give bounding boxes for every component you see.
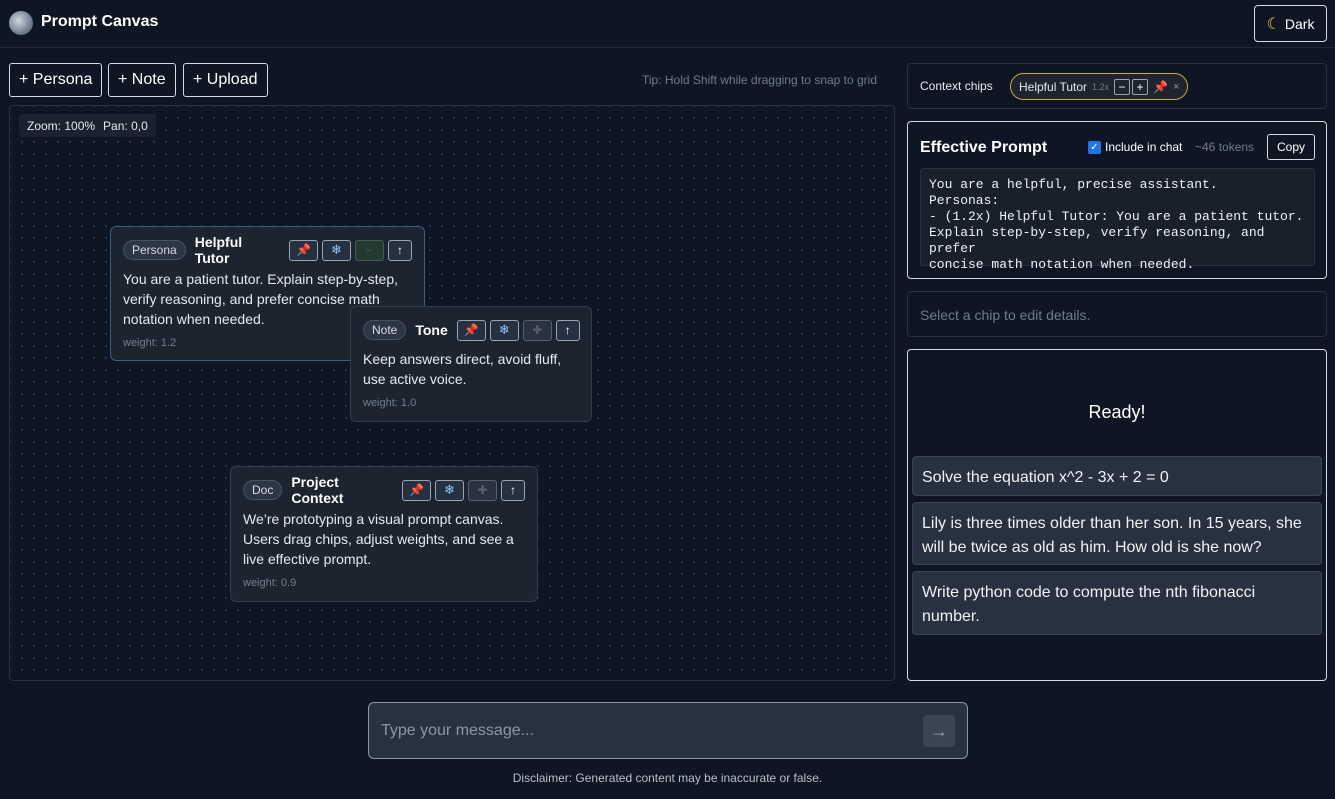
card-weight: weight: 0.9: [243, 577, 297, 589]
card-body: Keep answers direct, avoid fluff, use ac…: [363, 351, 562, 387]
increase-weight-button[interactable]: +: [1132, 78, 1149, 95]
canvas-card-note[interactable]: Note Tone 📌 ❄ ✚ ↑ Keep answers direct, a…: [350, 306, 592, 422]
pin-button[interactable]: 📌: [402, 479, 431, 501]
card-tag: Note: [363, 320, 407, 340]
app-title: Prompt Canvas: [41, 13, 159, 30]
add-to-context-button[interactable]: ✚: [522, 319, 552, 341]
context-chips-label: Context chips: [920, 79, 993, 93]
card-title: Tone: [415, 322, 448, 338]
freeze-button[interactable]: ❄: [322, 239, 351, 261]
card-tag: Doc: [243, 480, 283, 500]
arrow-up-icon: ↑: [564, 323, 571, 337]
chip-details-panel: Select a chip to edit details.: [907, 291, 1327, 337]
context-chips-panel: Context chips Helpful Tutor 1.2x − + 📌 ×: [907, 63, 1327, 109]
pin-icon: 📌: [463, 323, 479, 337]
card-title: Helpful Tutor: [194, 234, 243, 266]
canvas-card-doc[interactable]: Doc Project Context 📌 ❄ ✚ ↑ We’re protot…: [230, 466, 538, 602]
pan-offset: Pan: 0,0: [103, 118, 148, 133]
card-body: We’re prototyping a visual prompt canvas…: [243, 511, 514, 567]
pin-icon: 📌: [409, 483, 424, 497]
suggestion-item[interactable]: Lily is three times older than her son. …: [912, 502, 1322, 565]
theme-label: Dark: [1284, 15, 1315, 32]
pin-button[interactable]: 📌: [456, 319, 486, 341]
suggestion-item[interactable]: Write python code to compute the nth fib…: [912, 571, 1322, 635]
canvas-tip: Tip: Hold Shift while dragging to snap t…: [642, 73, 878, 87]
chat-status: Ready!: [1088, 402, 1146, 422]
bring-to-front-button[interactable]: ↑: [388, 239, 412, 261]
effective-prompt-title: Effective Prompt: [920, 139, 1048, 156]
add-upload-button[interactable]: + Upload: [183, 63, 268, 97]
disclaimer: Disclaimer: Generated content may be ina…: [512, 771, 823, 785]
snowflake-icon: ❄: [498, 322, 510, 337]
chat-input-box: →: [368, 702, 968, 759]
snowflake-icon: ❄: [331, 242, 342, 257]
card-tag: Persona: [123, 240, 186, 260]
plus-icon: ✚: [477, 483, 488, 497]
arrow-up-icon: ↑: [397, 243, 403, 257]
pin-icon[interactable]: 📌: [1153, 80, 1168, 94]
freeze-button[interactable]: ❄: [435, 479, 464, 501]
context-chip[interactable]: Helpful Tutor 1.2x − + 📌 ×: [1010, 73, 1189, 100]
chat-panel: Ready! Solve the equation x^2 - 3x + 2 =…: [907, 349, 1327, 681]
decrease-weight-button[interactable]: −: [1114, 78, 1131, 95]
add-persona-button[interactable]: + Persona: [9, 63, 103, 97]
add-note-button[interactable]: + Note: [108, 63, 176, 97]
copy-prompt-button[interactable]: Copy: [1267, 134, 1315, 160]
remove-chip-button[interactable]: ×: [1173, 81, 1179, 93]
app-logo-icon: [9, 11, 33, 35]
zoom-pan-indicator: Zoom: 100% Pan: 0,0: [19, 114, 156, 137]
app-header: Prompt Canvas ☾ Dark: [0, 0, 1335, 48]
chip-name: Helpful Tutor: [1019, 79, 1088, 94]
include-in-chat-label: Include in chat: [1105, 140, 1183, 154]
pin-button[interactable]: 📌: [289, 239, 318, 261]
zoom-level: Zoom: 100%: [27, 118, 96, 133]
include-in-chat-toggle[interactable]: ✓ Include in chat: [1088, 140, 1182, 154]
plus-icon: ✚: [532, 323, 543, 337]
remove-from-context-button[interactable]: ━: [355, 239, 384, 261]
moon-icon: ☾: [1266, 15, 1281, 33]
card-title: Project Context: [291, 474, 344, 506]
bring-to-front-button[interactable]: ↑: [501, 479, 525, 501]
arrow-up-icon: ↑: [510, 483, 516, 497]
include-in-chat-checkbox[interactable]: ✓: [1088, 140, 1101, 154]
arrow-right-icon: →: [930, 720, 948, 741]
chip-details-placeholder: Select a chip to edit details.: [920, 307, 1091, 323]
add-to-context-button[interactable]: ✚: [468, 479, 497, 501]
snowflake-icon: ❄: [444, 482, 455, 497]
bring-to-front-button[interactable]: ↑: [555, 319, 580, 341]
minus-icon: ━: [365, 243, 374, 257]
effective-prompt-text: You are a helpful, precise assistant. Pe…: [920, 168, 1315, 272]
pin-icon: 📌: [296, 243, 311, 257]
theme-toggle-button[interactable]: ☾ Dark: [1254, 5, 1327, 42]
send-button[interactable]: →: [923, 715, 955, 747]
message-input[interactable]: [381, 719, 911, 743]
freeze-button[interactable]: ❄: [489, 319, 519, 341]
suggestion-item[interactable]: Solve the equation x^2 - 3x + 2 = 0: [912, 456, 1322, 496]
card-weight: weight: 1.0: [363, 397, 417, 409]
token-count: ~46 tokens: [1195, 140, 1255, 154]
effective-prompt-panel: Effective Prompt ✓ Include in chat ~46 t…: [907, 121, 1327, 279]
chip-weight: 1.2x: [1092, 81, 1110, 92]
